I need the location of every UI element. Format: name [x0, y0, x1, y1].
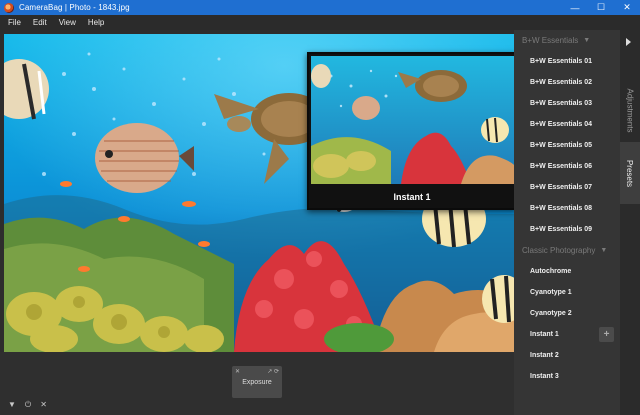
- photo-canvas[interactable]: Instant 1: [4, 34, 514, 352]
- bottom-toolbar: ▼ ⏻ ✕: [8, 400, 47, 410]
- section-bw-essentials[interactable]: B+W Essentials ▼: [514, 30, 620, 51]
- adjustment-strip: ✕ ↗ ⟳ Exposure ▼ ⏻ ✕: [0, 352, 514, 415]
- close-button[interactable]: ✕: [614, 0, 640, 15]
- menu-view[interactable]: View: [59, 18, 76, 27]
- adjustment-label: Exposure: [242, 379, 272, 386]
- preset-item[interactable]: B+W Essentials 03: [514, 93, 620, 114]
- collapse-arrow-icon[interactable]: ▼: [8, 400, 16, 410]
- adjustment-close-icon[interactable]: ✕: [235, 368, 240, 375]
- preset-item[interactable]: Cyanotype 2: [514, 303, 620, 324]
- add-preset-button[interactable]: +: [599, 327, 614, 342]
- adjustment-toggle-icons[interactable]: ↗ ⟳: [267, 368, 279, 375]
- tab-adjustments[interactable]: Adjustments: [620, 70, 640, 150]
- preset-item[interactable]: Instant 3: [514, 366, 620, 387]
- preset-label: Instant 1: [530, 331, 559, 338]
- preset-item[interactable]: B+W Essentials 04: [514, 114, 620, 135]
- preset-preview-popup[interactable]: Instant 1: [307, 52, 514, 210]
- preset-item[interactable]: Instant 2: [514, 345, 620, 366]
- tab-presets[interactable]: Presets: [620, 142, 640, 204]
- preview-photo: [311, 56, 514, 184]
- chevron-down-icon: ▼: [583, 37, 591, 44]
- section-title: B+W Essentials: [522, 36, 579, 45]
- menu-help[interactable]: Help: [88, 18, 104, 27]
- app-window: CameraBag | Photo - 1843.jpg — ☐ ✕ File …: [0, 0, 640, 415]
- title-bar: CameraBag | Photo - 1843.jpg — ☐ ✕: [0, 0, 640, 15]
- tab-label: Presets: [625, 159, 635, 187]
- preset-item[interactable]: B+W Essentials 06: [514, 156, 620, 177]
- expand-arrow-icon[interactable]: [626, 38, 631, 46]
- preset-item[interactable]: Autochrome: [514, 261, 620, 282]
- menu-bar: File Edit View Help: [0, 15, 640, 30]
- section-classic-photography[interactable]: Classic Photography ▼: [514, 240, 620, 261]
- chevron-down-icon: ▼: [600, 247, 608, 254]
- exposure-adjustment-card[interactable]: ✕ ↗ ⟳ Exposure: [232, 366, 282, 398]
- minimize-button[interactable]: —: [562, 0, 588, 15]
- preview-preset-name: Instant 1: [393, 192, 431, 202]
- preset-item[interactable]: B+W Essentials 02: [514, 72, 620, 93]
- menu-edit[interactable]: Edit: [33, 18, 47, 27]
- presets-panel: B+W Essentials ▼ B+W Essentials 01 B+W E…: [514, 30, 620, 415]
- tab-label: Adjustments: [625, 87, 635, 133]
- preset-item[interactable]: B+W Essentials 07: [514, 177, 620, 198]
- preset-item-hovered[interactable]: Instant 1 +: [514, 324, 620, 345]
- clear-icon[interactable]: ✕: [40, 400, 47, 410]
- power-icon[interactable]: ⏻: [25, 400, 31, 410]
- panel-tabs: Adjustments Presets: [620, 30, 640, 415]
- preset-item[interactable]: B+W Essentials 05: [514, 135, 620, 156]
- maximize-button[interactable]: ☐: [588, 0, 614, 15]
- preset-item[interactable]: Cyanotype 1: [514, 282, 620, 303]
- preset-item[interactable]: B+W Essentials 09: [514, 219, 620, 240]
- window-controls: — ☐ ✕: [562, 0, 640, 15]
- camerabag-logo-icon: [4, 2, 14, 13]
- preview-thumbnail: [311, 56, 514, 184]
- preset-item[interactable]: B+W Essentials 01: [514, 51, 620, 72]
- menu-file[interactable]: File: [8, 18, 21, 27]
- preset-item[interactable]: B+W Essentials 08: [514, 198, 620, 219]
- section-title: Classic Photography: [522, 246, 596, 255]
- window-title: CameraBag | Photo - 1843.jpg: [19, 3, 130, 12]
